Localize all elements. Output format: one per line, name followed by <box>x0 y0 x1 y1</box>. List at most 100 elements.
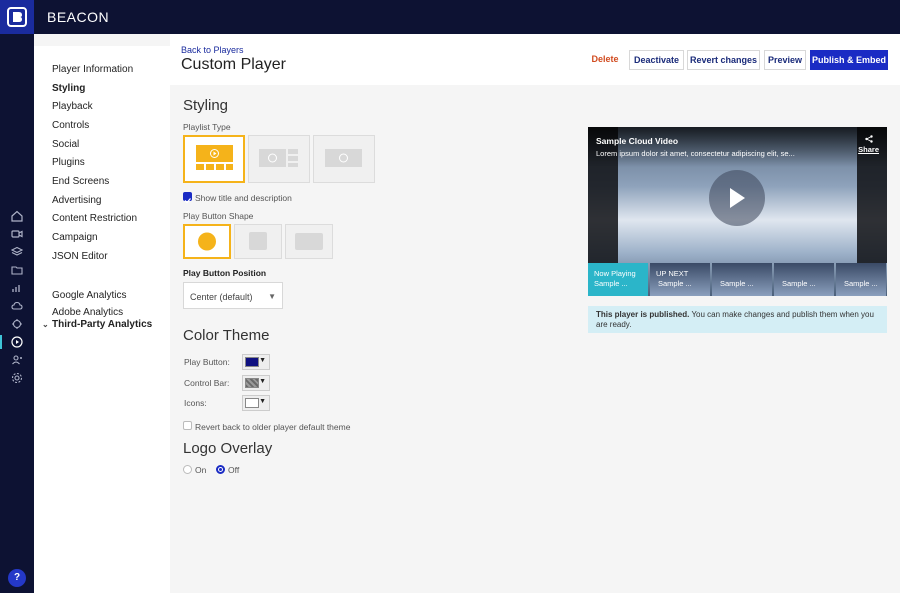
play-shape-option-circle[interactable] <box>183 224 231 259</box>
logo-overlay-on-label: On <box>195 465 207 475</box>
preview-button[interactable]: Preview <box>764 50 806 70</box>
logo-overlay-heading: Logo Overlay <box>183 440 273 457</box>
nav-item-end-screens[interactable]: End Screens <box>52 176 109 187</box>
icons-color-label: Icons: <box>184 398 207 408</box>
show-title-label: Show title and description <box>195 193 292 203</box>
playlist-thumb-now-playing[interactable]: Now Playing Sample ... <box>588 263 648 296</box>
revert-theme-checkbox[interactable] <box>183 421 192 430</box>
player-icon[interactable] <box>11 336 23 348</box>
nav-item-playback[interactable]: Playback <box>52 101 93 112</box>
publish-embed-button[interactable]: Publish & Embed <box>810 50 888 70</box>
playlist-side-icon <box>259 149 298 167</box>
control-bar-color-chip <box>245 378 259 388</box>
nav-item-google-analytics[interactable]: Google Analytics <box>52 290 127 301</box>
nav-item-content-restriction[interactable]: Content Restriction <box>52 213 137 224</box>
dropdown-arrow-icon: ▼ <box>259 357 266 364</box>
share-button[interactable]: Share <box>858 135 879 154</box>
playlist-type-option-none[interactable] <box>313 135 375 183</box>
icons-color-chip <box>245 398 259 408</box>
control-bar-color-picker[interactable]: ▼ <box>242 375 270 391</box>
page-title: Custom Player <box>181 56 286 73</box>
icons-color-picker[interactable]: ▼ <box>242 395 270 411</box>
thumb-caption: Sample ... <box>594 279 628 288</box>
settings-icon[interactable] <box>11 372 23 384</box>
chevron-down-icon: ⌄ <box>42 320 49 329</box>
thumb-caption-top: UP NEXT <box>656 269 689 278</box>
nav-item-json-editor[interactable]: JSON Editor <box>52 251 108 262</box>
play-button-position-select[interactable]: Center (default) ▼ <box>183 282 283 309</box>
playlist-type-option-side[interactable] <box>248 135 310 183</box>
revert-changes-button[interactable]: Revert changes <box>687 50 760 70</box>
play-button-shape-label: Play Button Shape <box>183 211 254 221</box>
thumb-caption: Sample ... <box>782 279 816 288</box>
styling-heading: Styling <box>183 97 229 114</box>
nav-item-plugins[interactable]: Plugins <box>52 157 85 168</box>
share-label: Share <box>858 145 879 154</box>
player-preview[interactable]: Sample Cloud Video Lorem ipsum dolor sit… <box>588 127 887 296</box>
play-button[interactable] <box>709 170 765 226</box>
users-icon[interactable] <box>11 354 23 366</box>
logo-overlay-off-radio[interactable] <box>216 465 225 474</box>
help-button[interactable]: ? <box>8 569 26 587</box>
integrations-icon[interactable] <box>11 318 23 330</box>
nav-item-advertising[interactable]: Advertising <box>52 195 101 206</box>
delete-button[interactable]: Delete <box>586 50 624 70</box>
brand-name: BEACON <box>47 9 110 25</box>
analytics-icon[interactable] <box>11 282 23 294</box>
rectangle-shape-icon <box>295 233 323 250</box>
video-icon[interactable] <box>11 228 23 240</box>
logo-overlay-off-label: Off <box>228 465 240 475</box>
logo-overlay-on-radio[interactable] <box>183 465 192 474</box>
beacon-logo[interactable] <box>0 0 34 34</box>
page-header: Back to Players Custom Player Delete Dea… <box>170 34 900 85</box>
deactivate-button[interactable]: Deactivate <box>629 50 684 70</box>
nav-item-social[interactable]: Social <box>52 139 79 150</box>
thumb-caption: Sample ... <box>658 279 692 288</box>
logo-mark-icon <box>7 7 27 27</box>
preview-video-title: Sample Cloud Video <box>596 136 679 146</box>
rail-active-indicator <box>0 335 2 349</box>
playlist-thumb[interactable]: Sample ... <box>836 263 886 296</box>
back-to-players-link[interactable]: Back to Players <box>181 45 244 55</box>
layers-icon[interactable] <box>11 246 23 258</box>
published-notice: This player is published. You can make c… <box>588 306 887 333</box>
home-icon[interactable] <box>11 210 23 222</box>
folder-icon[interactable] <box>11 264 23 276</box>
nav-item-campaign[interactable]: Campaign <box>52 232 98 243</box>
control-bar-color-row: Control Bar: ▼ <box>184 375 270 391</box>
play-button-color-row: Play Button: ▼ <box>184 354 270 370</box>
playlist-thumb-up-next[interactable]: UP NEXT Sample ... <box>650 263 710 296</box>
nav-item-player-information[interactable]: Player Information <box>52 64 133 75</box>
nav-item-adobe-analytics[interactable]: Adobe Analytics <box>52 307 123 318</box>
nav-section-label: Third-Party Analytics <box>52 319 153 330</box>
playlist-thumb[interactable]: Sample ... <box>712 263 772 296</box>
playlist-thumb[interactable]: Sample ... <box>774 263 834 296</box>
play-shape-option-rectangle[interactable] <box>285 224 333 259</box>
settings-nav: Player Information Styling Playback Cont… <box>34 46 170 593</box>
nav-item-styling[interactable]: Styling <box>52 83 85 94</box>
square-shape-icon <box>249 232 267 250</box>
revert-theme-label: Revert back to older player default them… <box>195 422 351 432</box>
color-theme-heading: Color Theme <box>183 327 270 344</box>
play-button-color-picker[interactable]: ▼ <box>242 354 270 370</box>
checkmark-icon <box>184 198 191 204</box>
playlist-thumbnails: Now Playing Sample ... UP NEXT Sample ..… <box>588 263 887 296</box>
nav-item-controls[interactable]: Controls <box>52 120 89 131</box>
playlist-bottom-icon <box>196 145 233 170</box>
control-bar-color-label: Control Bar: <box>184 378 230 388</box>
playlist-type-option-bottom[interactable] <box>183 135 245 183</box>
icons-color-row: Icons: ▼ <box>184 395 270 411</box>
circle-shape-icon <box>198 232 216 251</box>
share-icon <box>864 135 873 143</box>
thumb-caption-top: Now Playing <box>594 269 636 278</box>
dropdown-arrow-icon: ▼ <box>259 378 266 385</box>
play-button-color-chip <box>245 357 259 367</box>
show-title-checkbox[interactable] <box>183 192 192 204</box>
published-notice-bold: This player is published. <box>596 310 690 319</box>
cloud-icon[interactable] <box>11 300 23 312</box>
nav-section-third-party-analytics[interactable]: ⌄ Third-Party Analytics <box>42 319 152 330</box>
play-shape-option-square[interactable] <box>234 224 282 259</box>
thumb-caption: Sample ... <box>720 279 754 288</box>
play-button-position-value: Center (default) <box>190 292 253 302</box>
dropdown-arrow-icon: ▼ <box>268 292 276 301</box>
